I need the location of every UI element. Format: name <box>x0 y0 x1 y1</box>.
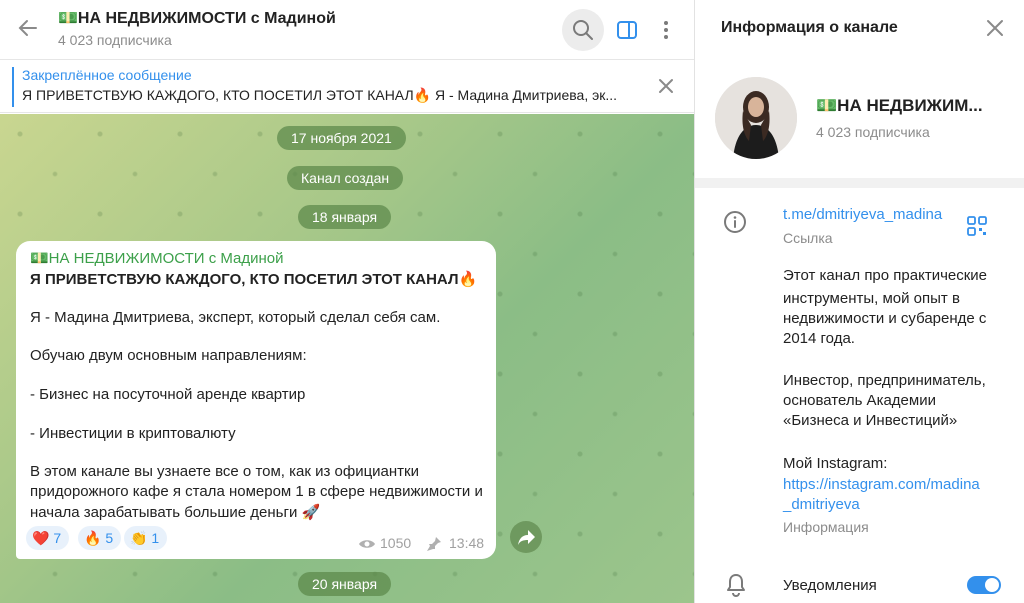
bell-icon <box>725 573 747 598</box>
info-panel-title: Информация о канале <box>721 19 898 36</box>
description-line: Мой Instagram: <box>783 455 888 472</box>
channel-subscribers: 4 023 подписчика <box>58 32 172 48</box>
pinned-message[interactable]: Закреплённое сообщение Я ПРИВЕТСТВУЮ КАЖ… <box>0 61 694 113</box>
date-pill: 17 ноября 2021 <box>277 126 406 150</box>
description-line: Инвестор, предприниматель, <box>783 372 986 389</box>
description-line: Этот канал про практические <box>783 267 988 284</box>
description-line: основатель Академии <box>783 392 936 409</box>
search-button[interactable] <box>562 9 604 51</box>
back-button[interactable] <box>14 16 42 44</box>
info-icon <box>723 210 747 234</box>
share-button[interactable] <box>510 521 542 553</box>
reaction-count: 1 <box>151 530 160 546</box>
toggle-knob <box>985 578 999 592</box>
message-line: Я ПРИВЕТСТВУЮ КАЖДОГО, КТО ПОСЕТИЛ ЭТОТ … <box>30 271 478 288</box>
arrow-left-icon <box>18 20 37 36</box>
instagram-link[interactable]: https://instagram.com/madina <box>783 474 980 495</box>
sidebar-toggle-button[interactable] <box>615 18 639 42</box>
info-subscribers: 4 023 подписчика <box>816 124 930 140</box>
message-line: придорожного кафе я стала номером 1 в сф… <box>30 483 483 500</box>
message-time: 13:48 <box>449 535 485 551</box>
description-line: «Бизнеса и Инвестиций» <box>783 412 958 429</box>
link-label: Ссылка <box>783 230 833 246</box>
date-pill: 18 января <box>298 205 392 229</box>
message-author[interactable]: 💵НА НЕДВИЖИМОСТИ с Мадиной <box>30 249 284 267</box>
description-line: 2014 года. <box>783 330 855 347</box>
chat-header: 💵НА НЕДВИЖИМОСТИ с Мадиной 4 023 подписч… <box>0 0 694 60</box>
info-close-button[interactable] <box>985 18 1005 38</box>
close-icon <box>659 79 673 93</box>
qr-code-icon <box>967 216 987 236</box>
info-channel-name: 💵НА НЕДВИЖИМ... <box>816 96 983 115</box>
description-line: недвижимости и субаренде с <box>783 310 987 327</box>
sidebar-icon <box>617 21 637 39</box>
notifications-label: Уведомления <box>783 577 877 594</box>
instagram-link-cont[interactable]: _dmitriyeva <box>783 494 860 515</box>
share-arrow-icon <box>518 530 535 545</box>
pinned-title: Закреплённое сообщение <box>22 67 192 83</box>
close-icon <box>987 20 1003 36</box>
message-line: В этом канале вы узнаете все о том, как … <box>30 463 419 480</box>
channel-link[interactable]: t.me/dmitriyeva_madina <box>783 206 942 223</box>
message-line: Я - Мадина Дмитриева, эксперт, который с… <box>30 309 441 326</box>
date-pill: 20 января <box>298 572 392 596</box>
chat-area: 💵НА НЕДВИЖИМОСТИ с Мадиной 4 023 подписч… <box>0 0 694 603</box>
description-line: инструменты, мой опыт в <box>783 290 960 307</box>
message-line: начала зарабатывать большие деньги 🚀 <box>30 504 321 521</box>
message-line: - Бизнес на посуточной аренде квартир <box>30 386 306 403</box>
avatar-image <box>715 77 797 159</box>
fire-icon: 🔥 <box>84 530 102 546</box>
pinned-close-button[interactable] <box>655 75 677 97</box>
reaction-heart[interactable]: ❤️ 7 <box>26 526 70 550</box>
reaction-fire[interactable]: 🔥 5 <box>78 526 122 550</box>
pin-icon <box>427 537 441 551</box>
more-button[interactable] <box>657 18 675 42</box>
reaction-count: 7 <box>53 530 62 546</box>
info-label: Информация <box>783 519 869 535</box>
reaction-clap[interactable]: 👏 1 <box>124 526 168 550</box>
service-message: Канал создан <box>287 166 404 190</box>
message-line: Обучаю двум основным направлениям: <box>30 347 307 364</box>
pinned-text: Я ПРИВЕТСТВУЮ КАЖДОГО, КТО ПОСЕТИЛ ЭТОТ … <box>22 87 618 103</box>
heart-icon: ❤️ <box>32 530 50 546</box>
view-count: 1050 <box>380 535 412 551</box>
pinned-indicator <box>12 67 14 107</box>
notifications-toggle[interactable] <box>967 576 1001 594</box>
avatar[interactable] <box>715 77 797 159</box>
search-icon <box>573 20 593 40</box>
more-vertical-icon <box>664 21 668 39</box>
message-bubble[interactable]: 💵НА НЕДВИЖИМОСТИ с Мадиной Я ПРИВЕТСТВУЮ… <box>16 241 496 559</box>
channel-title[interactable]: 💵НА НЕДВИЖИМОСТИ с Мадиной <box>58 8 336 28</box>
section-divider <box>695 178 1024 188</box>
message-line: - Инвестиции в криптовалюту <box>30 425 236 442</box>
eye-icon <box>359 540 375 548</box>
channel-info-panel: Информация о канале 💵НА НЕДВИЖИМ... 4 02… <box>694 0 1024 603</box>
clap-icon: 👏 <box>130 530 148 546</box>
qr-code-button[interactable] <box>967 216 987 236</box>
reaction-count: 5 <box>105 530 114 546</box>
